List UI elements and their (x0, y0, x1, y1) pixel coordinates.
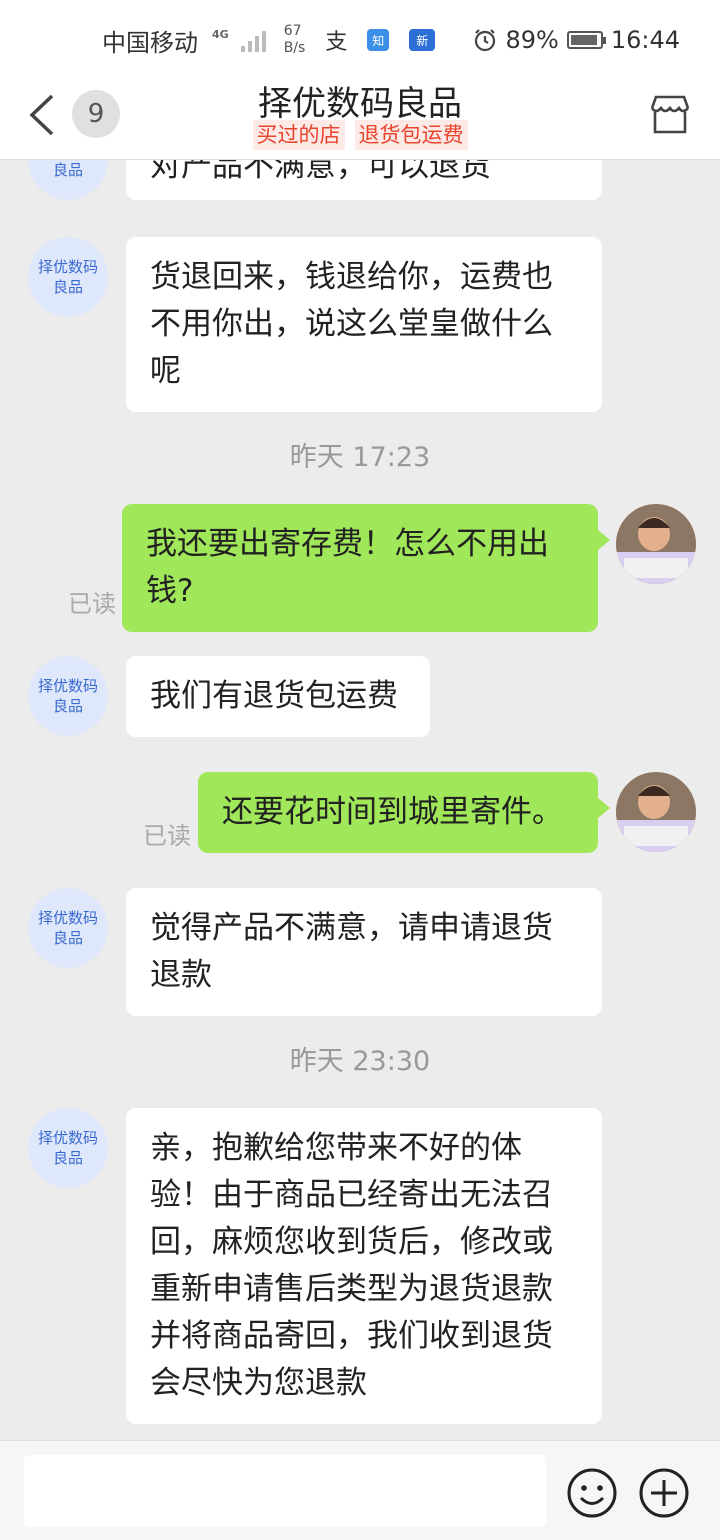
user-avatar[interactable] (616, 504, 696, 584)
smiley-icon[interactable] (566, 1467, 618, 1519)
battery-icon (566, 31, 606, 49)
input-bar (0, 1440, 720, 1540)
store-icon[interactable] (648, 92, 692, 136)
app-notification-icon: 知 (367, 29, 390, 51)
alipay-icon: 支 (325, 30, 348, 55)
message-input[interactable] (24, 1455, 546, 1527)
message-bubble-mine: 还要花时间到城里寄件。 (198, 772, 610, 853)
carrier-label: 中国移动 (102, 28, 198, 57)
shop-avatar[interactable]: 择优数码 良品 (28, 656, 108, 736)
shop-avatar[interactable]: 择优数码 良品 (28, 1108, 108, 1188)
user-avatar[interactable] (616, 772, 696, 852)
clock: 16:44 (610, 26, 680, 54)
shop-avatar[interactable]: 择优数码 良品 (28, 888, 108, 968)
message-bubble-shop: 货退回来，钱退给你，运费也不用你出，说这么堂皇做什么呢 (126, 237, 602, 412)
message-bubble-shop: 觉得产品不满意，请申请退货退款 (126, 888, 602, 1016)
message-list[interactable]: 择优数码 良品 对产品不满意，可以退货 择优数码 良品 货退回来，钱退给你，运费… (0, 160, 720, 1440)
shop-avatar[interactable]: 择优数码 良品 (28, 237, 108, 317)
tag-free-return: 退货包运费 (354, 120, 468, 150)
battery-percent: 89% (505, 26, 559, 54)
tag-purchased: 买过的店 (252, 120, 345, 150)
news-app-icon: 新 (409, 29, 436, 51)
plus-circle-icon[interactable] (638, 1467, 690, 1519)
status-bar: 中国移动 4G 67 B/s 支 知 新 89% 16:44 (0, 0, 720, 80)
message-timestamp: 昨天 17:23 (289, 442, 431, 473)
signal-icon (240, 28, 266, 52)
read-status: 已读 (68, 590, 116, 618)
message-bubble-shop: 亲，抱歉给您带来不好的体验！由于商品已经寄出无法召回，麻烦您收到货后，修改或重新… (126, 1108, 602, 1424)
network-type: 4G (212, 27, 229, 41)
shop-avatar[interactable]: 择优数码 良品 (28, 160, 108, 200)
message-timestamp: 昨天 23:30 (289, 1046, 431, 1077)
message-bubble-shop: 对产品不满意，可以退货 (126, 160, 602, 200)
message-bubble-mine: 我还要出寄存费！怎么不用出钱? (122, 504, 610, 632)
message-bubble-shop: 我们有退货包运费 (126, 656, 430, 737)
read-status: 已读 (143, 822, 191, 850)
network-speed: 67 B/s (283, 23, 306, 56)
unread-count-badge[interactable]: 9 (72, 90, 120, 138)
alarm-icon (475, 29, 496, 52)
